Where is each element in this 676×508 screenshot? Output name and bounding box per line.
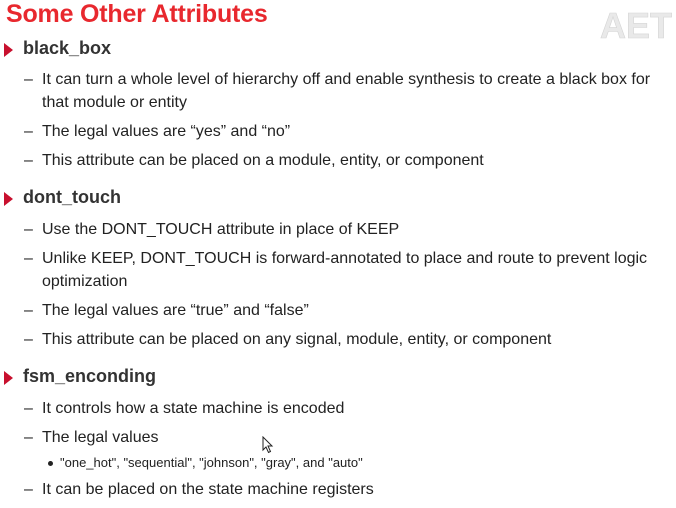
sub-list-item: "one_hot", "sequential", "johnson", "gra…: [4, 454, 664, 472]
section-heading: dont_touch: [23, 187, 121, 207]
dot-bullet-icon: [48, 461, 53, 466]
slide-title: Some Other Attributes: [6, 0, 268, 28]
list-item: – It can be placed on the state machine r…: [24, 481, 374, 498]
list-item: – The legal values: [24, 429, 159, 446]
section-fsm-enconding: fsm_enconding – It controls how a state m…: [4, 366, 664, 501]
mouse-pointer-icon: [262, 436, 274, 454]
list-item: – The legal values are “true” and “false”: [24, 302, 309, 319]
list-item: – This attribute can be placed on a modul…: [24, 152, 484, 169]
list-item: – The legal values are “yes” and “no”: [24, 123, 291, 140]
list-item: – Unlike KEEP, DONT_TOUCH is forward-anno…: [24, 250, 648, 290]
list-item: – It can turn a whole level of hierarchy …: [24, 71, 651, 111]
arrow-bullet-icon: [4, 43, 13, 57]
list-item: – It controls how a state machine is enco…: [24, 400, 345, 417]
section-heading: black_box: [23, 38, 112, 58]
section-black-box: black_box – It can turn a whole level of …: [4, 38, 664, 172]
list-item: – This attribute can be placed on any sig…: [24, 331, 552, 348]
arrow-bullet-icon: [4, 192, 13, 206]
section-dont-touch: dont_touch – Use the DONT_TOUCH attribute…: [4, 187, 664, 351]
list-item: – Use the DONT_TOUCH attribute in place o…: [24, 221, 400, 238]
arrow-bullet-icon: [4, 371, 13, 385]
section-heading: fsm_enconding: [23, 366, 157, 386]
